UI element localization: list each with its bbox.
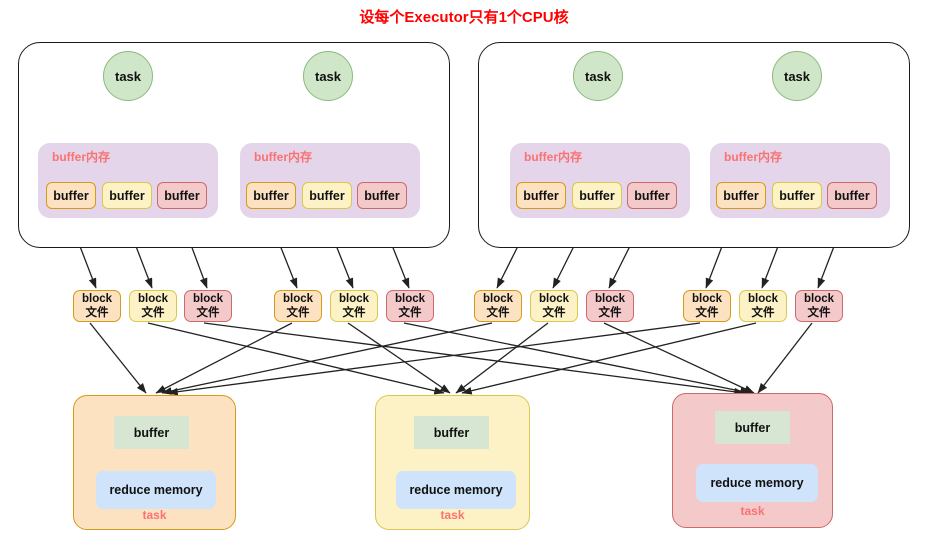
block-file-line2: 文件 bbox=[751, 307, 775, 319]
block-file-box[interactable]: block 文件 bbox=[795, 290, 843, 322]
map-task-circle[interactable]: task bbox=[303, 51, 353, 101]
block-file-box[interactable]: block 文件 bbox=[274, 290, 322, 322]
block-file-box[interactable]: block 文件 bbox=[184, 290, 232, 322]
buffer-memory-label: buffer内存 bbox=[52, 150, 110, 164]
block-file-line2: 文件 bbox=[286, 307, 310, 319]
block-file-box[interactable]: block 文件 bbox=[530, 290, 578, 322]
edge-block-to-reduce bbox=[203, 322, 745, 396]
buffer-box[interactable]: buffer bbox=[246, 182, 296, 209]
reduce-memory-box: reduce memory bbox=[696, 464, 818, 502]
reduce-task-label: task bbox=[740, 504, 765, 518]
buffer-memory-label: buffer内存 bbox=[254, 150, 312, 164]
block-file-line1: block bbox=[538, 293, 570, 305]
reduce-memory-box: reduce memory bbox=[96, 471, 216, 509]
edge-block-to-reduce bbox=[461, 322, 757, 395]
edge-block-to-reduce bbox=[147, 322, 445, 395]
reduce-buffer-box: buffer bbox=[414, 416, 489, 449]
block-file-line1: block bbox=[394, 293, 426, 305]
block-file-line2: 文件 bbox=[342, 307, 366, 319]
edge-block-to-reduce bbox=[757, 322, 813, 394]
block-file-line2: 文件 bbox=[141, 307, 165, 319]
block-file-line2: 文件 bbox=[398, 307, 422, 319]
block-file-line2: 文件 bbox=[598, 307, 622, 319]
buffer-memory-label: buffer内存 bbox=[524, 150, 582, 164]
block-file-box[interactable]: block 文件 bbox=[330, 290, 378, 322]
reduce-task-label: task bbox=[142, 508, 167, 522]
reduce-memory-box: reduce memory bbox=[396, 471, 516, 509]
buffer-box[interactable]: buffer bbox=[716, 182, 766, 209]
edge-block-to-reduce bbox=[603, 322, 755, 394]
edge-block-to-reduce bbox=[167, 322, 701, 396]
buffer-box[interactable]: buffer bbox=[46, 182, 96, 209]
block-file-line2: 文件 bbox=[85, 307, 109, 319]
block-file-line1: block bbox=[192, 293, 224, 305]
buffer-box[interactable]: buffer bbox=[772, 182, 822, 209]
reduce-buffer-box: buffer bbox=[114, 416, 189, 449]
block-file-line1: block bbox=[594, 293, 626, 305]
block-file-line1: block bbox=[282, 293, 314, 305]
block-file-box[interactable]: block 文件 bbox=[739, 290, 787, 322]
edge-block-to-reduce bbox=[155, 322, 293, 394]
edge-block-to-reduce bbox=[403, 322, 751, 395]
block-file-box[interactable]: block 文件 bbox=[586, 290, 634, 322]
buffer-box[interactable]: buffer bbox=[572, 182, 622, 209]
block-file-line1: block bbox=[747, 293, 779, 305]
block-file-box[interactable]: block 文件 bbox=[73, 290, 121, 322]
block-file-line1: block bbox=[81, 293, 113, 305]
buffer-box[interactable]: buffer bbox=[357, 182, 407, 209]
block-file-line2: 文件 bbox=[196, 307, 220, 319]
buffer-box[interactable]: buffer bbox=[302, 182, 352, 209]
buffer-box[interactable]: buffer bbox=[827, 182, 877, 209]
edge-block-to-reduce bbox=[161, 322, 493, 395]
page-title: 设每个Executor只有1个CPU核 bbox=[359, 9, 569, 26]
buffer-box[interactable]: buffer bbox=[516, 182, 566, 209]
map-task-circle[interactable]: task bbox=[772, 51, 822, 101]
block-file-box[interactable]: block 文件 bbox=[386, 290, 434, 322]
buffer-box[interactable]: buffer bbox=[102, 182, 152, 209]
map-task-circle[interactable]: task bbox=[103, 51, 153, 101]
reduce-buffer-box: buffer bbox=[715, 411, 790, 444]
block-file-box[interactable]: block 文件 bbox=[474, 290, 522, 322]
block-file-line1: block bbox=[482, 293, 514, 305]
block-file-box[interactable]: block 文件 bbox=[683, 290, 731, 322]
edge-block-to-reduce bbox=[347, 322, 451, 394]
reduce-task-label: task bbox=[440, 508, 465, 522]
map-task-circle[interactable]: task bbox=[573, 51, 623, 101]
reduce-task-box[interactable]: buffer reduce memory task bbox=[672, 393, 833, 528]
edge-block-to-reduce bbox=[455, 322, 549, 394]
block-file-box[interactable]: block 文件 bbox=[129, 290, 177, 322]
reduce-task-box[interactable]: buffer reduce memory task bbox=[375, 395, 530, 530]
block-file-line2: 文件 bbox=[486, 307, 510, 319]
block-file-line1: block bbox=[691, 293, 723, 305]
buffer-box[interactable]: buffer bbox=[157, 182, 207, 209]
diagram-canvas: 设每个Executor只有1个CPU核 buffer内存 task buffer bu… bbox=[0, 0, 928, 542]
block-file-line2: 文件 bbox=[695, 307, 719, 319]
edge-block-to-reduce bbox=[89, 322, 147, 394]
block-file-line2: 文件 bbox=[807, 307, 831, 319]
block-file-line1: block bbox=[137, 293, 169, 305]
reduce-task-box[interactable]: buffer reduce memory task bbox=[73, 395, 236, 530]
block-file-line2: 文件 bbox=[542, 307, 566, 319]
block-file-line1: block bbox=[803, 293, 835, 305]
block-file-line1: block bbox=[338, 293, 370, 305]
buffer-box[interactable]: buffer bbox=[627, 182, 677, 209]
buffer-memory-label: buffer内存 bbox=[724, 150, 782, 164]
